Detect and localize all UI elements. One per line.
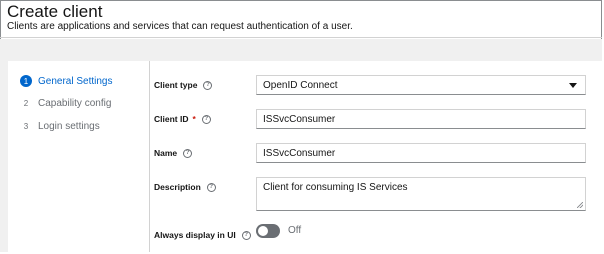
client-id-label: Client ID * ? [154, 114, 211, 124]
help-icon[interactable]: ? [241, 230, 251, 240]
page-title: Create client [7, 2, 103, 21]
help-icon[interactable]: ? [206, 182, 216, 192]
help-icon[interactable]: ? [201, 114, 211, 124]
client-type-label: Client type ? [154, 80, 213, 90]
toggle-knob [258, 226, 268, 236]
page-subtitle: Clients are applications and services th… [7, 21, 353, 32]
step-label: Capability config [38, 97, 112, 109]
help-icon[interactable]: ? [203, 80, 213, 90]
toggle-state-text: Off [288, 225, 302, 236]
always-display-label: Always display in UI ? [154, 230, 251, 240]
resize-handle[interactable] [577, 202, 583, 208]
step-label: Login settings [38, 120, 100, 132]
wizard-step-login-settings[interactable]: 3 Login settings [20, 119, 100, 133]
chevron-down-icon [569, 83, 577, 88]
step-number: 2 [23, 98, 29, 108]
step-number: 3 [23, 121, 29, 131]
required-indicator: * [192, 114, 196, 124]
description-label: Description ? [154, 182, 216, 192]
help-icon[interactable]: ? [183, 148, 193, 158]
description-textarea[interactable]: Client for consuming IS Services [256, 177, 586, 211]
wizard-step-capability-config[interactable]: 2 Capability config [20, 96, 112, 110]
name-input[interactable]: ISSvcConsumer [256, 143, 586, 163]
name-label: Name ? [154, 148, 193, 158]
client-type-select[interactable]: OpenID Connect [256, 75, 586, 95]
step-label: General Settings [38, 75, 113, 87]
client-id-input[interactable]: ISSvcConsumer [256, 109, 586, 129]
wizard-nav: 1 General Settings 2 Capability config 3… [8, 61, 150, 252]
step-number: 1 [20, 75, 32, 87]
always-display-toggle[interactable] [256, 224, 280, 238]
page-header: Create client Clients are applications a… [0, 0, 602, 38]
wizard-step-general-settings[interactable]: 1 General Settings [20, 74, 113, 88]
